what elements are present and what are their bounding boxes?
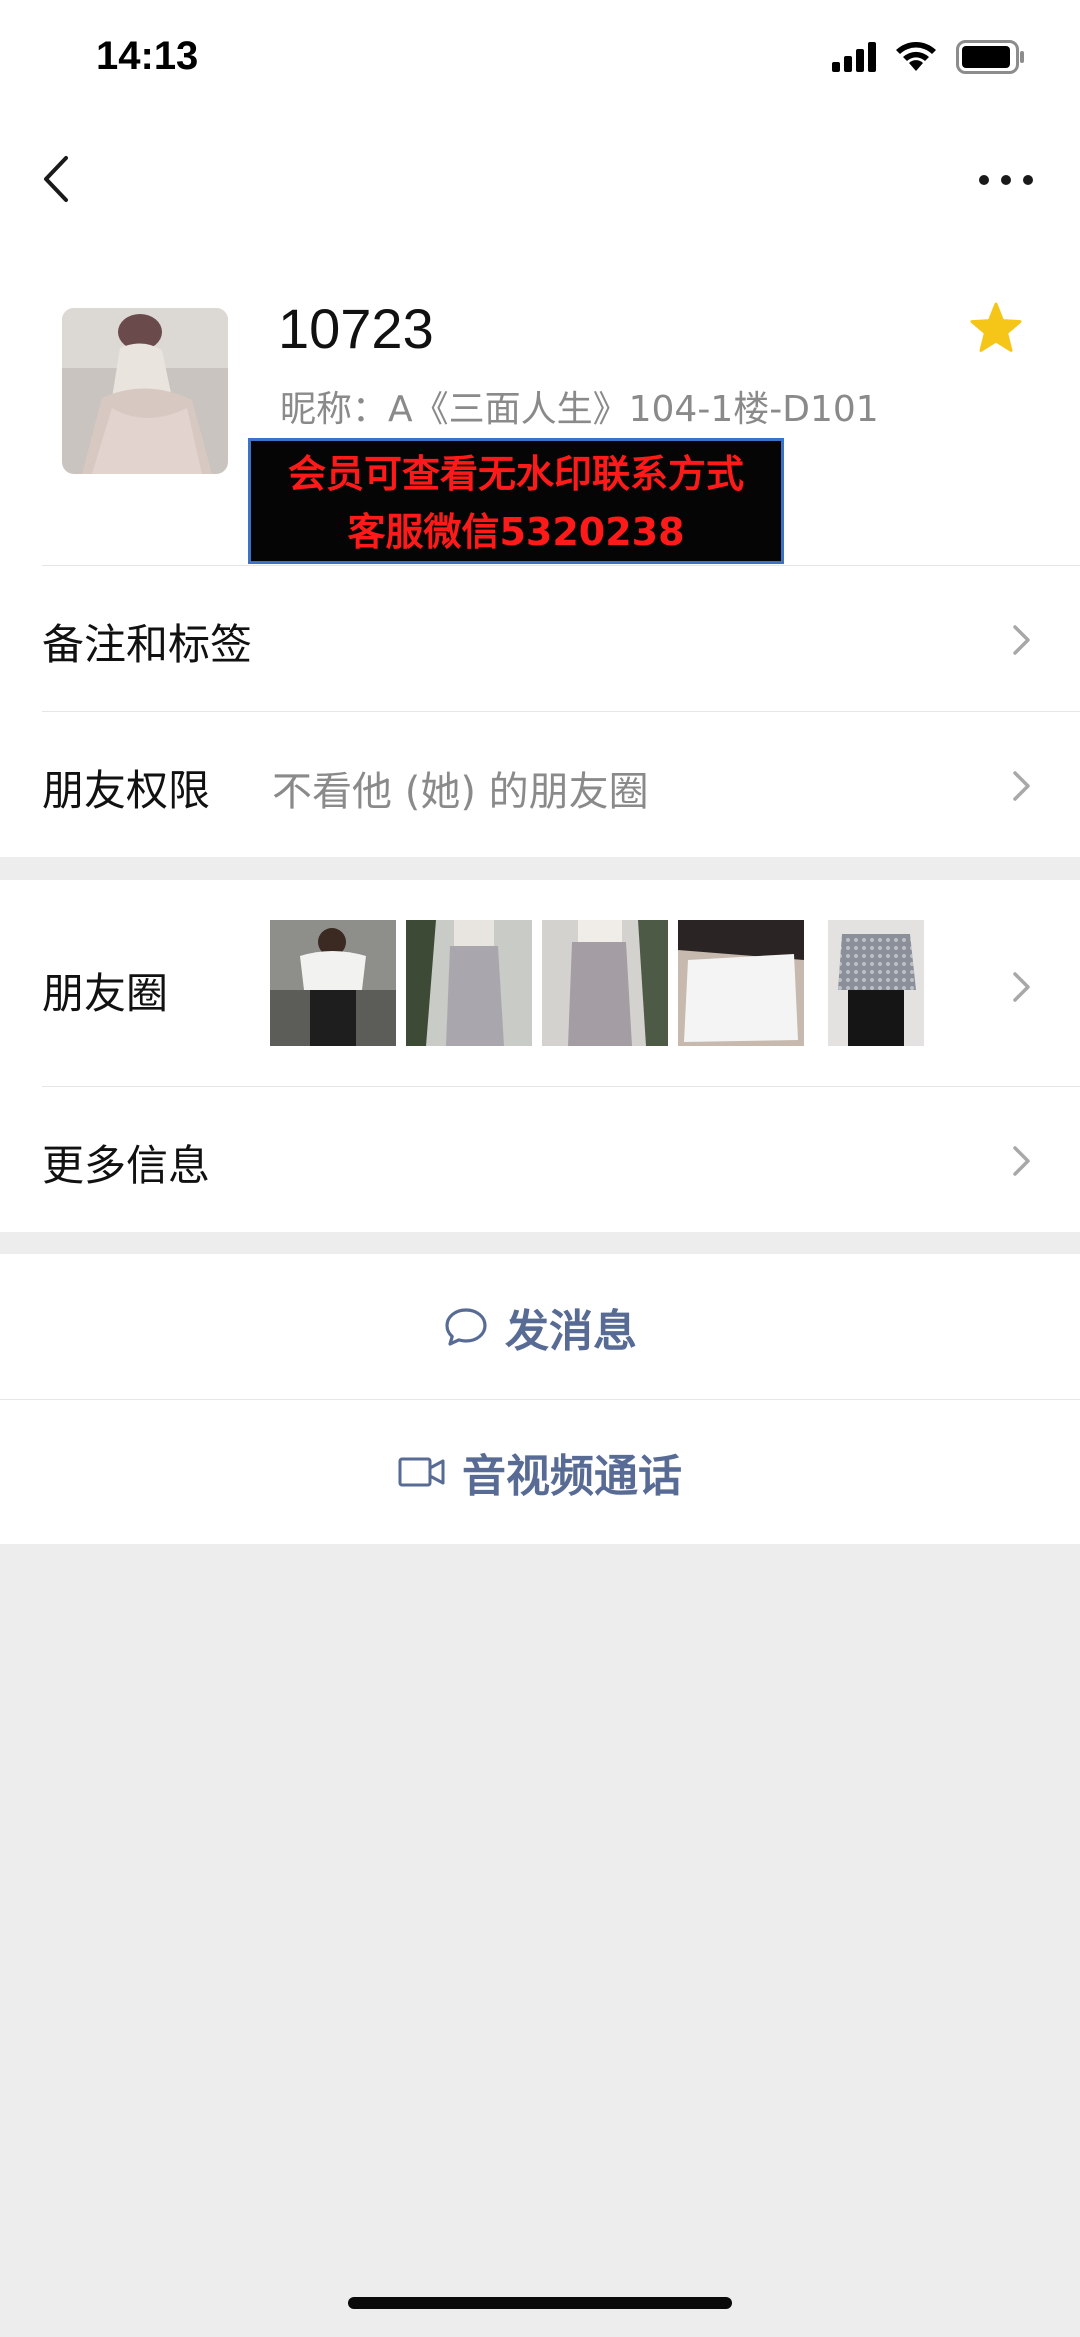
chat-bubble-icon	[445, 1307, 487, 1346]
avatar[interactable]	[62, 308, 228, 474]
moment-thumbnail	[406, 920, 532, 1046]
status-time: 14:13	[96, 34, 199, 78]
battery-icon	[956, 40, 1024, 74]
star-icon[interactable]	[968, 300, 1024, 356]
contact-profile-page: 14:13 10723 昵称：A《三面人生》104-1楼-D101 会员可查看无…	[0, 0, 1080, 2337]
video-camera-icon	[398, 1457, 445, 1486]
divider	[42, 1086, 1080, 1087]
chevron-right-icon	[1013, 1146, 1030, 1176]
contact-name: 10723	[278, 297, 434, 360]
moment-thumbnail	[828, 920, 924, 1046]
row-moments[interactable]: 朋友圈	[0, 880, 1080, 1086]
audio-video-call-label: 音视频通话	[462, 1450, 682, 1502]
chevron-right-icon	[1013, 972, 1030, 1002]
row-remark-title: 备注和标签	[42, 620, 253, 669]
home-indicator[interactable]	[348, 2297, 732, 2309]
moment-thumbnail	[542, 920, 668, 1046]
row-friend-permission[interactable]: 朋友权限 不看他 (她) 的朋友圈	[0, 711, 1080, 857]
moment-thumbnail	[270, 920, 396, 1046]
row-permission-title: 朋友权限	[42, 766, 211, 815]
more-dots-icon	[979, 175, 1033, 185]
settings-group-1: 备注和标签 朋友权限 不看他 (她) 的朋友圈	[0, 565, 1080, 857]
more-button[interactable]	[976, 160, 1036, 200]
row-more-info[interactable]: 更多信息	[0, 1086, 1080, 1232]
watermark-overlay: 会员可查看无水印联系方式 客服微信5320238	[248, 438, 784, 564]
send-message-button[interactable]: 发消息	[0, 1254, 1080, 1399]
chevron-left-icon	[44, 156, 68, 202]
watermark-line-2: 客服微信5320238	[347, 510, 685, 554]
status-bar: 14:13	[0, 0, 1080, 120]
action-buttons: 发消息 音视频通话	[0, 1254, 1080, 1544]
back-button[interactable]	[36, 146, 84, 212]
row-moments-title: 朋友圈	[42, 969, 169, 1018]
send-message-label: 发消息	[505, 1305, 637, 1357]
divider	[42, 565, 1080, 566]
row-more-info-title: 更多信息	[42, 1141, 211, 1190]
avatar-image	[62, 308, 228, 474]
moment-thumbnail	[678, 920, 804, 1046]
profile-header: 10723 昵称：A《三面人生》104-1楼-D101 会员可查看无水印联系方式…	[0, 240, 1080, 565]
settings-group-2: 朋友圈 更多信息	[0, 880, 1080, 1232]
chevron-right-icon	[1013, 771, 1030, 801]
row-remark-tags[interactable]: 备注和标签	[0, 565, 1080, 711]
contact-nickname: 昵称：A《三面人生》104-1楼-D101	[280, 389, 879, 430]
row-permission-value: 不看他 (她) 的朋友圈	[272, 769, 649, 815]
nav-bar	[0, 120, 1080, 240]
divider	[42, 711, 1080, 712]
wifi-icon	[896, 42, 936, 71]
chevron-right-icon	[1013, 625, 1030, 655]
watermark-line-1: 会员可查看无水印联系方式	[287, 452, 744, 496]
cellular-signal-icon	[832, 42, 876, 72]
audio-video-call-button[interactable]: 音视频通话	[0, 1399, 1080, 1544]
